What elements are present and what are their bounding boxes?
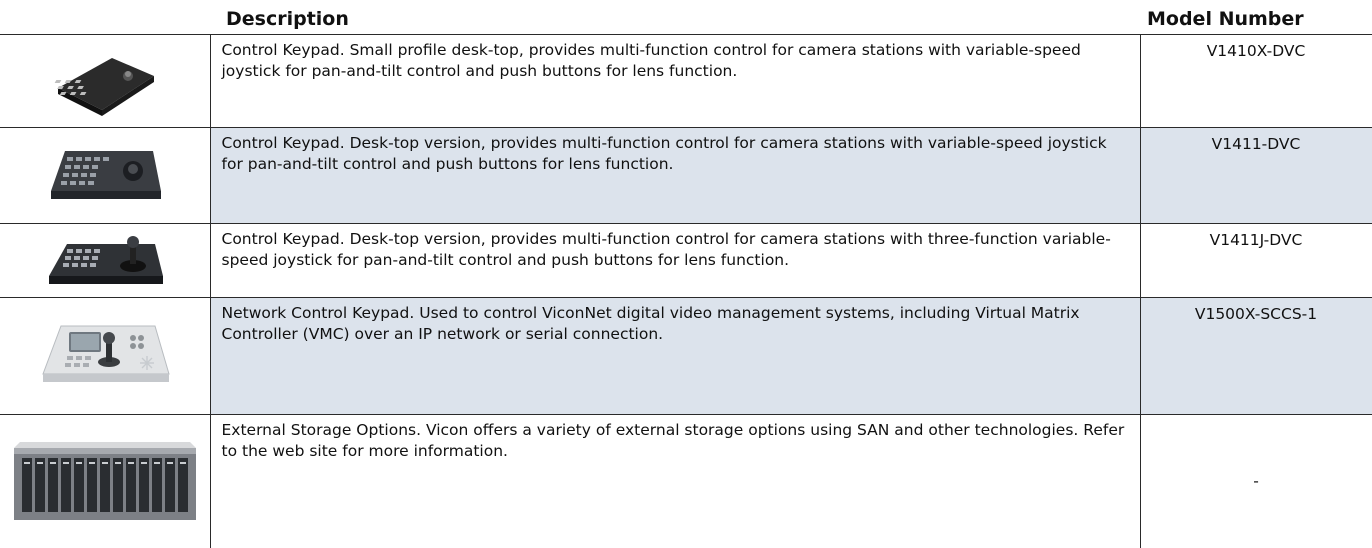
model-number-cell: - bbox=[1139, 414, 1372, 548]
table-row: Control Keypad. Small profile desk-top, … bbox=[0, 34, 1372, 128]
product-table: Control Keypad. Small profile desk-top, … bbox=[0, 34, 1372, 548]
table-header: Description Model Number bbox=[0, 0, 1372, 34]
product-image-cell bbox=[0, 127, 211, 224]
model-number: V1410X-DVC bbox=[1139, 34, 1372, 128]
storage-array-icon bbox=[13, 441, 196, 520]
table-row: Network Control Keypad. Used to control … bbox=[0, 297, 1372, 415]
product-description: Control Keypad. Desk-top version, provid… bbox=[209, 127, 1141, 224]
product-image-cell bbox=[0, 297, 211, 415]
product-table-page: Description Model Number Control Keypad.… bbox=[0, 0, 1372, 548]
product-description: Network Control Keypad. Used to control … bbox=[209, 297, 1141, 415]
product-image-cell bbox=[0, 223, 211, 298]
product-description: Control Keypad. Desk-top version, provid… bbox=[209, 223, 1141, 298]
description-column-header: Description bbox=[226, 8, 349, 30]
model-number: V1411-DVC bbox=[1139, 127, 1372, 224]
network-keypad-icon bbox=[42, 325, 170, 382]
model-number: V1500X-SCCS-1 bbox=[1139, 297, 1372, 415]
product-image-cell bbox=[0, 34, 211, 128]
model-number: - bbox=[1253, 472, 1259, 490]
model-number-column-header: Model Number bbox=[1147, 8, 1304, 30]
desktop-keypad-small-icon bbox=[54, 58, 154, 116]
model-number: V1411J-DVC bbox=[1139, 223, 1372, 298]
product-image-cell bbox=[0, 414, 211, 548]
product-description: Control Keypad. Small profile desk-top, … bbox=[209, 34, 1141, 128]
table-row: External Storage Options. Vicon offers a… bbox=[0, 414, 1372, 548]
desktop-keypad-icon bbox=[50, 150, 161, 199]
table-row: Control Keypad. Desk-top version, provid… bbox=[0, 223, 1372, 298]
desktop-keypad-joystick-icon bbox=[48, 235, 163, 284]
table-row: Control Keypad. Desk-top version, provid… bbox=[0, 127, 1372, 224]
product-description: External Storage Options. Vicon offers a… bbox=[209, 414, 1141, 548]
